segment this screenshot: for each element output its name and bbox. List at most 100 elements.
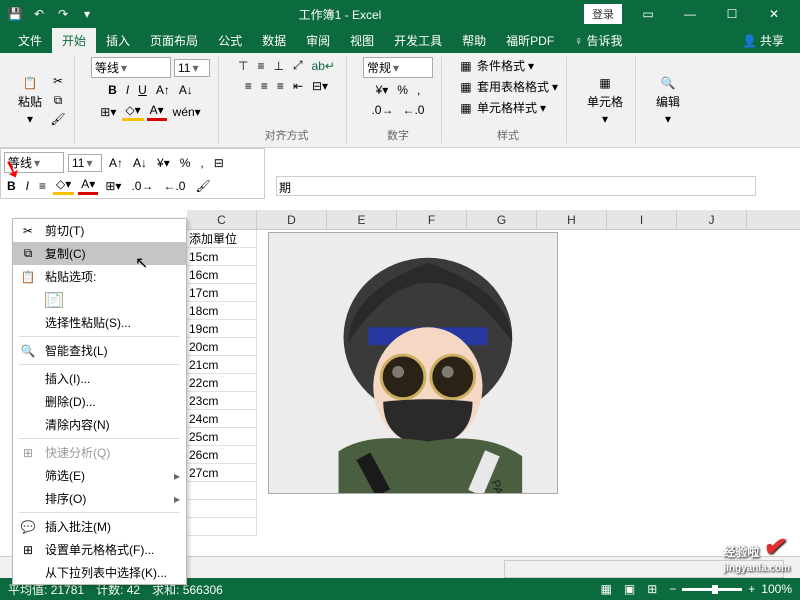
mini-comma-icon[interactable]: ,: [197, 155, 206, 171]
col-header[interactable]: J: [677, 210, 747, 229]
view-layout-icon[interactable]: ▣: [624, 582, 635, 596]
mini-percent-icon[interactable]: %: [177, 155, 194, 171]
tab-dev[interactable]: 开发工具: [384, 28, 452, 53]
editing-button[interactable]: 🔍编辑▾: [652, 73, 684, 128]
view-break-icon[interactable]: ⊞: [647, 582, 657, 596]
mini-shrink-icon[interactable]: A↓: [130, 155, 150, 171]
comma-icon[interactable]: ,: [414, 82, 423, 98]
zoom-in-icon[interactable]: +: [748, 582, 755, 596]
cell[interactable]: 18cm: [187, 302, 257, 320]
mini-grow-icon[interactable]: A↑: [106, 155, 126, 171]
tab-view[interactable]: 视图: [340, 28, 384, 53]
orientation-icon[interactable]: ⤢: [290, 57, 306, 74]
cut-icon[interactable]: ✂: [50, 73, 66, 89]
view-normal-icon[interactable]: ▦: [601, 582, 612, 596]
tab-data[interactable]: 数据: [252, 28, 296, 53]
wrap-text-icon[interactable]: ab↵: [309, 58, 338, 74]
border-button[interactable]: ⊞▾: [97, 104, 119, 120]
cell[interactable]: 16cm: [187, 266, 257, 284]
align-mid-icon[interactable]: ≡: [254, 58, 267, 74]
font-color-button[interactable]: A▾: [147, 102, 167, 121]
number-format-select[interactable]: 常规▾: [363, 57, 433, 78]
underline-button[interactable]: U: [135, 82, 150, 98]
mini-border-icon[interactable]: ⊞▾: [102, 178, 124, 194]
inc-decimal-icon[interactable]: .0→: [368, 102, 396, 118]
cm-sort[interactable]: 排序(O): [13, 487, 186, 510]
col-header[interactable]: C: [187, 210, 257, 229]
merge-button[interactable]: ⊟▾: [309, 78, 331, 94]
cm-cut[interactable]: ✂剪切(T): [13, 219, 186, 242]
cell[interactable]: 23cm: [187, 392, 257, 410]
close-icon[interactable]: ✕: [754, 2, 794, 26]
tab-foxit[interactable]: 福昕PDF: [496, 28, 564, 53]
cm-paste-special[interactable]: 选择性粘贴(S)...: [13, 311, 186, 334]
col-header[interactable]: G: [467, 210, 537, 229]
font-grow-icon[interactable]: A↑: [153, 82, 173, 98]
paste-button[interactable]: 📋 粘贴 ▾: [14, 73, 46, 128]
zoom-out-icon[interactable]: −: [669, 582, 676, 596]
phonetic-button[interactable]: wén▾: [170, 104, 204, 120]
mini-incdec-icon[interactable]: .0→: [128, 178, 156, 194]
ribbon-options-icon[interactable]: ▭: [628, 2, 668, 26]
tab-help[interactable]: 帮助: [452, 28, 496, 53]
cell[interactable]: 27cm: [187, 464, 257, 482]
tab-formula[interactable]: 公式: [208, 28, 252, 53]
cm-format-cells[interactable]: ⊞设置单元格格式(F)...: [13, 538, 186, 561]
cm-filter[interactable]: 筛选(E): [13, 464, 186, 487]
align-bot-icon[interactable]: ⊥: [270, 58, 286, 74]
cell[interactable]: 24cm: [187, 410, 257, 428]
zoom-level[interactable]: 100%: [761, 582, 792, 596]
fill-color-button[interactable]: ◇▾: [122, 102, 143, 121]
format-painter-icon[interactable]: 🖌: [50, 111, 66, 127]
cell[interactable]: [187, 482, 257, 500]
tellme[interactable]: ♀ 告诉我: [564, 28, 632, 53]
align-left-icon[interactable]: ≡: [242, 78, 255, 94]
table-format-button[interactable]: ▦套用表格格式▾: [458, 78, 558, 95]
mini-currency-icon[interactable]: ¥▾: [154, 155, 173, 171]
cm-smart-lookup[interactable]: 🔍智能查找(L): [13, 339, 186, 362]
cell[interactable]: [187, 518, 257, 536]
tab-insert[interactable]: 插入: [96, 28, 140, 53]
redo-icon[interactable]: ↷: [54, 5, 72, 23]
cell[interactable]: 25cm: [187, 428, 257, 446]
cell[interactable]: 添加單位: [187, 230, 257, 248]
tab-file[interactable]: 文件: [8, 28, 52, 53]
mini-fontcolor-icon[interactable]: A▾: [78, 176, 98, 195]
cm-paste-values[interactable]: 📄: [13, 288, 186, 311]
copy-icon[interactable]: ⧉: [50, 92, 66, 108]
cell[interactable]: 19cm: [187, 320, 257, 338]
percent-icon[interactable]: %: [394, 82, 411, 98]
share-button[interactable]: 👤共享: [734, 28, 792, 53]
currency-icon[interactable]: ¥▾: [373, 82, 392, 98]
mini-merge-icon[interactable]: ⊟: [211, 155, 227, 171]
minimize-icon[interactable]: —: [670, 2, 710, 26]
cm-dropdown-pick[interactable]: 从下拉列表中选择(K)...: [13, 561, 186, 584]
mini-decdec-icon[interactable]: ←.0: [160, 178, 188, 194]
font-name-select[interactable]: 等线▾: [91, 57, 171, 78]
cell[interactable]: [187, 500, 257, 518]
col-header[interactable]: D: [257, 210, 327, 229]
indent-dec-icon[interactable]: ⇤: [290, 78, 306, 94]
cm-delete[interactable]: 删除(D)...: [13, 390, 186, 413]
cell[interactable]: 22cm: [187, 374, 257, 392]
mini-align-icon[interactable]: ≡: [36, 178, 49, 194]
cm-insert[interactable]: 插入(I)...: [13, 367, 186, 390]
col-header[interactable]: H: [537, 210, 607, 229]
font-size-select[interactable]: 11▾: [174, 59, 210, 77]
cell-style-button[interactable]: ▦单元格样式▾: [458, 99, 546, 116]
align-top-icon[interactable]: ⊤: [235, 58, 251, 74]
cell[interactable]: 15cm: [187, 248, 257, 266]
align-center-icon[interactable]: ≡: [258, 78, 271, 94]
embedded-image[interactable]: PA: [268, 232, 558, 494]
qat-more-icon[interactable]: ▾: [78, 5, 96, 23]
font-shrink-icon[interactable]: A↓: [176, 82, 196, 98]
dec-decimal-icon[interactable]: ←.0: [399, 102, 427, 118]
mini-fill-icon[interactable]: ◇▾: [53, 176, 74, 195]
cell[interactable]: 26cm: [187, 446, 257, 464]
maximize-icon[interactable]: ☐: [712, 2, 752, 26]
col-header[interactable]: E: [327, 210, 397, 229]
cell[interactable]: 21cm: [187, 356, 257, 374]
tab-review[interactable]: 审阅: [296, 28, 340, 53]
save-icon[interactable]: 💾: [6, 5, 24, 23]
undo-icon[interactable]: ↶: [30, 5, 48, 23]
